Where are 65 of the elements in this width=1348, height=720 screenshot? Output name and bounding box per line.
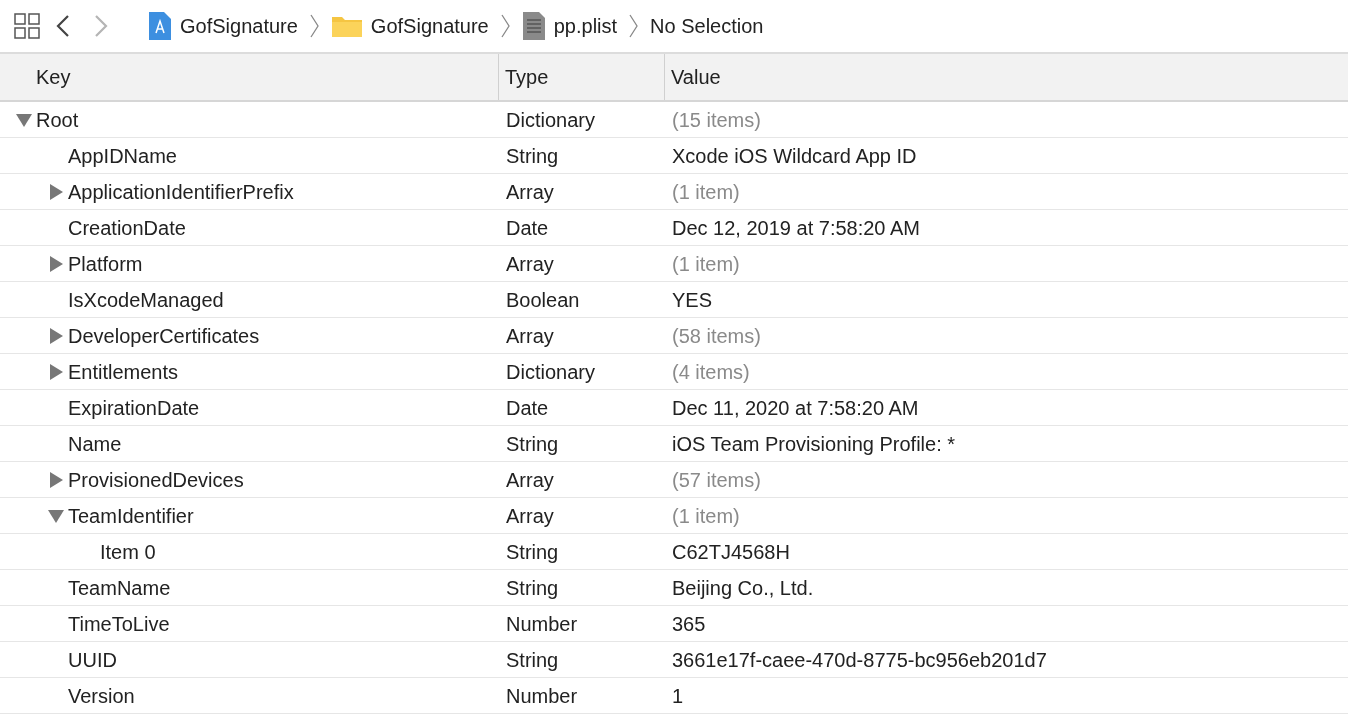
value-text: iOS Team Provisioning Profile: *: [672, 431, 956, 457]
type-text: String: [506, 431, 559, 457]
type-text: Number: [506, 611, 578, 637]
type-text: Dictionary: [506, 107, 595, 133]
column-header[interactable]: Value: [664, 54, 1348, 100]
value-text: (1 item): [672, 179, 740, 205]
type-text: String: [506, 143, 559, 169]
value-text: (57 items): [672, 467, 761, 493]
key-text: DeveloperCertificates: [68, 323, 260, 349]
key-text: Name: [68, 431, 122, 457]
document-icon: [521, 11, 546, 41]
value-text: YES: [672, 287, 713, 313]
key-text: CreationDate: [68, 215, 186, 241]
key-text: TeamIdentifier: [68, 503, 194, 529]
key-text: Entitlements: [68, 359, 179, 385]
value-text: Dec 12, 2019 at 7:58:20 AM: [672, 215, 920, 241]
value-text: 365: [672, 611, 706, 637]
type-text: Dictionary: [506, 359, 595, 385]
type-text: Array: [506, 467, 554, 493]
value-text: 1: [672, 683, 684, 709]
type-text: String: [506, 539, 559, 565]
key-text: TeamName: [68, 575, 171, 601]
breadcrumb-item[interactable]: GofSignature: [180, 11, 298, 41]
value-text: (58 items): [672, 323, 761, 349]
type-text: Boolean: [506, 287, 580, 313]
value-text: (4 items): [672, 359, 750, 385]
type-text: Array: [506, 503, 554, 529]
type-text: Date: [506, 395, 549, 421]
breadcrumb-item[interactable]: GofSignature: [370, 11, 489, 41]
key-text: IsXcodeManaged: [68, 287, 224, 313]
breadcrumb-item[interactable]: No Selection: [650, 11, 764, 41]
value-text: C62TJ4568H: [672, 539, 790, 565]
column-header[interactable]: Type: [498, 54, 664, 100]
type-text: Date: [506, 215, 549, 241]
key-text: ApplicationIdentifierPrefix: [68, 179, 294, 205]
key-text: UUID: [68, 647, 117, 673]
chevron-icon: [629, 14, 639, 38]
key-text: ExpirationDate: [68, 395, 200, 421]
value-text: Beijing Co., Ltd.: [672, 575, 814, 601]
app-file-icon: [148, 11, 172, 41]
key-text: AppIDName: [68, 143, 177, 169]
key-text: Item 0: [100, 539, 156, 565]
folder-icon: [330, 14, 363, 38]
value-text: Dec 11, 2020 at 7:58:20 AM: [672, 395, 919, 421]
column-header[interactable]: Key: [0, 54, 498, 100]
key-text: Platform: [68, 251, 143, 277]
type-text: Number: [506, 683, 578, 709]
value-text: (1 item): [672, 251, 740, 277]
chevron-icon: [309, 14, 319, 38]
type-text: Array: [506, 251, 554, 277]
value-text: (1 item): [672, 503, 740, 529]
type-text: Array: [506, 323, 554, 349]
key-text: Version: [68, 683, 135, 709]
chevron-icon: [500, 14, 510, 38]
type-text: Array: [506, 179, 554, 205]
value-text: (15 items): [672, 107, 761, 133]
value-text: Xcode iOS Wildcard App ID: [672, 143, 917, 169]
key-text: TimeToLive: [68, 611, 170, 637]
value-text: 3661e17f-caee-470d-8775-bc956eb201d7: [672, 647, 1047, 673]
breadcrumb-item[interactable]: pp.plist: [553, 11, 618, 41]
key-text: ProvisionedDevices: [68, 467, 244, 493]
grid-icon[interactable]: [14, 13, 40, 39]
key-text: Root: [36, 107, 79, 133]
type-text: String: [506, 647, 559, 673]
type-text: String: [506, 575, 559, 601]
